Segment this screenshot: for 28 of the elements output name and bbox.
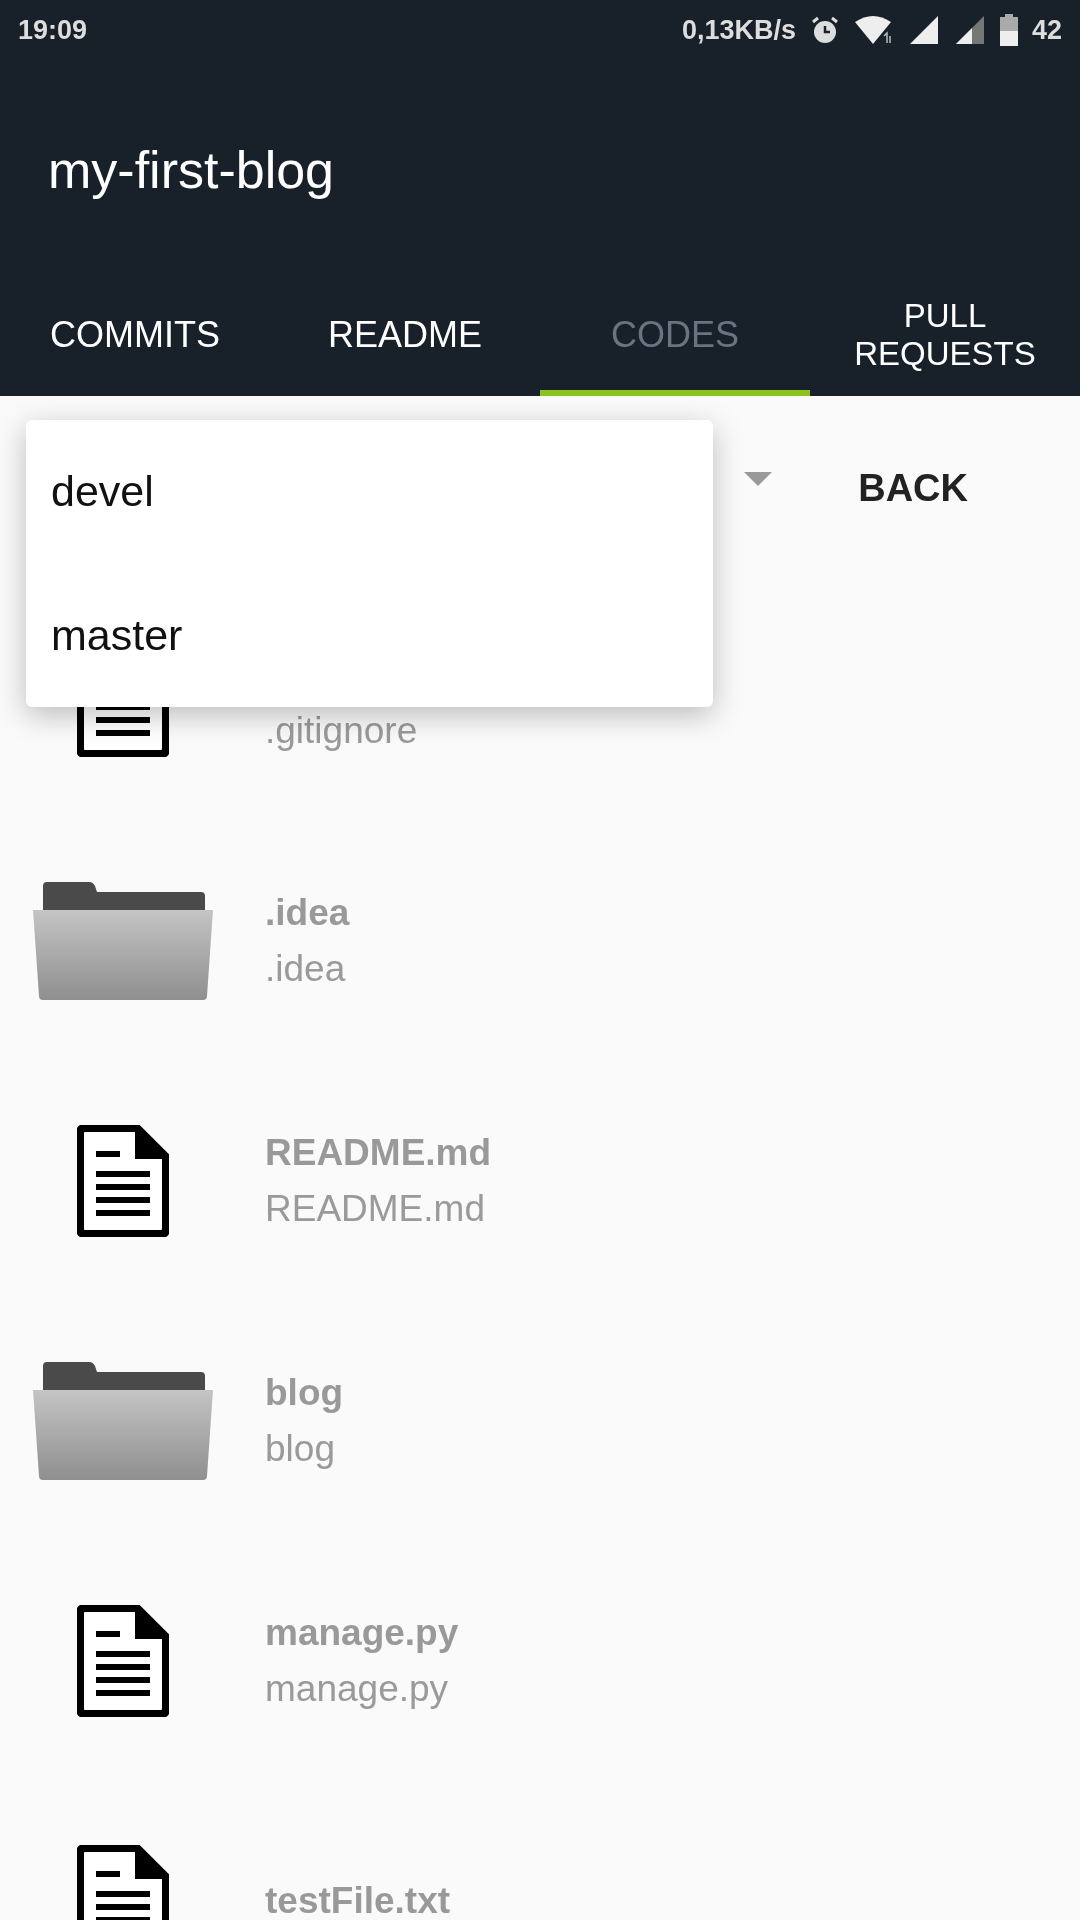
battery-level: 42 (1031, 14, 1062, 46)
wifi-icon (853, 14, 894, 46)
file-path: manage.py (265, 1668, 450, 1710)
tab[interactable]: PULL REQUESTS (810, 280, 1080, 396)
file-path: .gitignore (265, 710, 418, 752)
file-path: .idea (265, 948, 347, 990)
folder-icon (32, 1362, 213, 1480)
document-icon (76, 1605, 169, 1717)
file-path: blog (265, 1428, 336, 1470)
folder-icon (32, 882, 213, 1000)
branch-option[interactable]: devel (26, 447, 713, 537)
file-name: blog (265, 1372, 344, 1414)
dropdown-caret-icon[interactable] (744, 471, 773, 486)
tab[interactable]: README (270, 280, 540, 396)
alarm-clock-icon (809, 15, 840, 45)
file-path: README.md (265, 1188, 486, 1230)
battery-icon (999, 14, 1018, 46)
back-button[interactable]: BACK (842, 457, 984, 520)
file-name: README.md (265, 1132, 492, 1174)
tab[interactable]: COMMITS (0, 280, 270, 396)
status-time: 19:09 (18, 14, 88, 46)
file-name: testFile.txt (265, 1880, 451, 1920)
repo-title: my-first-blog (48, 140, 335, 200)
branch-option[interactable]: master (26, 590, 713, 680)
network-speed: 0,13KB/s (681, 14, 796, 46)
file-name: .idea (265, 892, 350, 934)
document-icon (76, 1125, 169, 1237)
file-name: manage.py (265, 1612, 459, 1654)
